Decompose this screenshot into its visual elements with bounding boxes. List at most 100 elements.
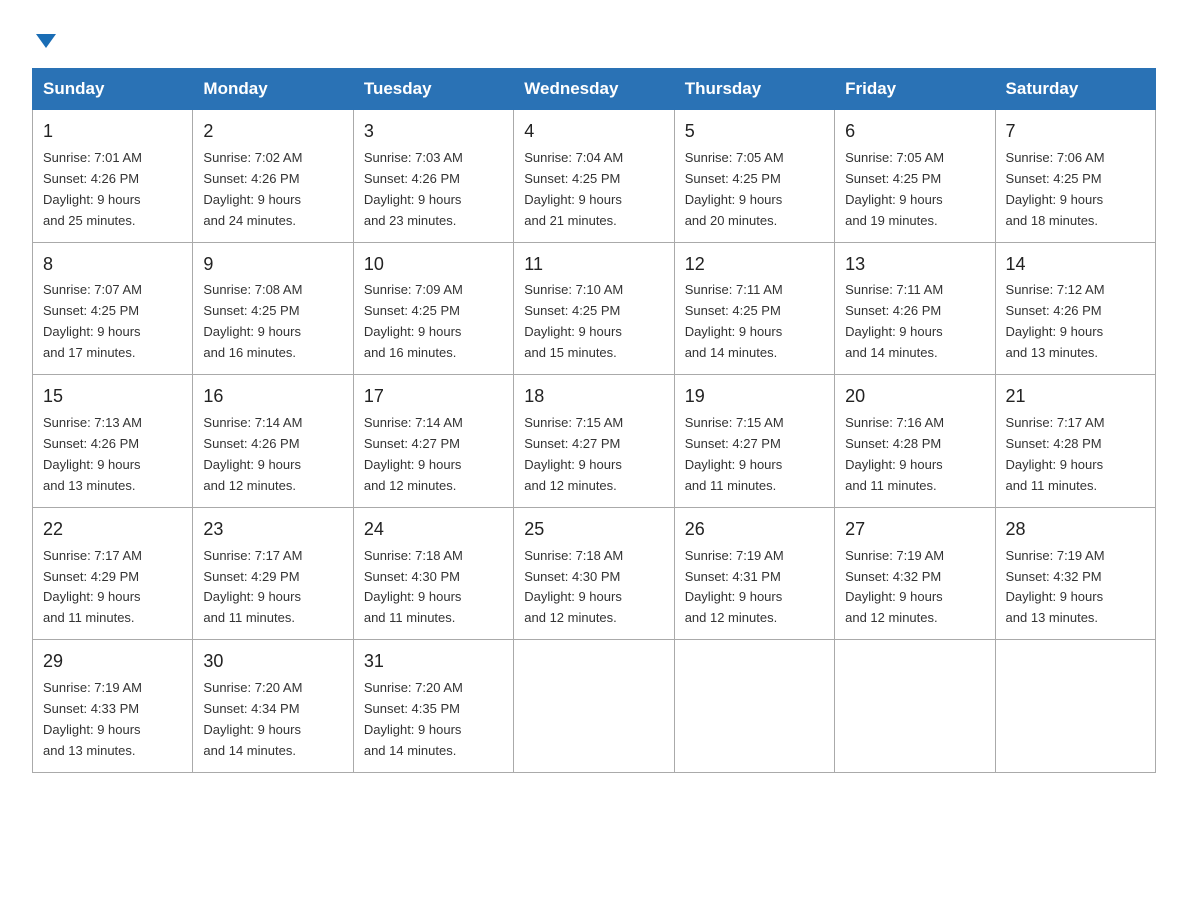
day-info: Sunrise: 7:19 AMSunset: 4:32 PMDaylight:… — [1006, 548, 1105, 626]
calendar-cell-week1-day6: 7 Sunrise: 7:06 AMSunset: 4:25 PMDayligh… — [995, 110, 1155, 243]
day-number: 13 — [845, 251, 984, 279]
header-wednesday: Wednesday — [514, 69, 674, 110]
calendar-cell-week4-day3: 25 Sunrise: 7:18 AMSunset: 4:30 PMDaylig… — [514, 507, 674, 640]
day-number: 5 — [685, 118, 824, 146]
day-number: 28 — [1006, 516, 1145, 544]
day-info: Sunrise: 7:15 AMSunset: 4:27 PMDaylight:… — [685, 415, 784, 493]
day-info: Sunrise: 7:17 AMSunset: 4:29 PMDaylight:… — [203, 548, 302, 626]
day-info: Sunrise: 7:02 AMSunset: 4:26 PMDaylight:… — [203, 150, 302, 228]
calendar-cell-week5-day6 — [995, 640, 1155, 773]
calendar-cell-week1-day2: 3 Sunrise: 7:03 AMSunset: 4:26 PMDayligh… — [353, 110, 513, 243]
calendar-cell-week2-day5: 13 Sunrise: 7:11 AMSunset: 4:26 PMDaylig… — [835, 242, 995, 375]
day-number: 22 — [43, 516, 182, 544]
calendar-cell-week5-day1: 30 Sunrise: 7:20 AMSunset: 4:34 PMDaylig… — [193, 640, 353, 773]
day-number: 10 — [364, 251, 503, 279]
calendar-week-3: 15 Sunrise: 7:13 AMSunset: 4:26 PMDaylig… — [33, 375, 1156, 508]
day-number: 20 — [845, 383, 984, 411]
calendar-week-4: 22 Sunrise: 7:17 AMSunset: 4:29 PMDaylig… — [33, 507, 1156, 640]
day-info: Sunrise: 7:18 AMSunset: 4:30 PMDaylight:… — [524, 548, 623, 626]
calendar-table: SundayMondayTuesdayWednesdayThursdayFrid… — [32, 68, 1156, 773]
calendar-cell-week3-day5: 20 Sunrise: 7:16 AMSunset: 4:28 PMDaylig… — [835, 375, 995, 508]
calendar-week-2: 8 Sunrise: 7:07 AMSunset: 4:25 PMDayligh… — [33, 242, 1156, 375]
calendar-cell-week3-day3: 18 Sunrise: 7:15 AMSunset: 4:27 PMDaylig… — [514, 375, 674, 508]
day-number: 4 — [524, 118, 663, 146]
day-number: 12 — [685, 251, 824, 279]
calendar-cell-week4-day4: 26 Sunrise: 7:19 AMSunset: 4:31 PMDaylig… — [674, 507, 834, 640]
day-info: Sunrise: 7:18 AMSunset: 4:30 PMDaylight:… — [364, 548, 463, 626]
day-number: 16 — [203, 383, 342, 411]
calendar-cell-week3-day2: 17 Sunrise: 7:14 AMSunset: 4:27 PMDaylig… — [353, 375, 513, 508]
day-info: Sunrise: 7:13 AMSunset: 4:26 PMDaylight:… — [43, 415, 142, 493]
calendar-cell-week3-day6: 21 Sunrise: 7:17 AMSunset: 4:28 PMDaylig… — [995, 375, 1155, 508]
header-thursday: Thursday — [674, 69, 834, 110]
day-info: Sunrise: 7:11 AMSunset: 4:26 PMDaylight:… — [845, 282, 943, 360]
calendar-cell-week3-day1: 16 Sunrise: 7:14 AMSunset: 4:26 PMDaylig… — [193, 375, 353, 508]
day-number: 23 — [203, 516, 342, 544]
day-number: 27 — [845, 516, 984, 544]
day-info: Sunrise: 7:20 AMSunset: 4:35 PMDaylight:… — [364, 680, 463, 758]
day-number: 25 — [524, 516, 663, 544]
calendar-cell-week2-day6: 14 Sunrise: 7:12 AMSunset: 4:26 PMDaylig… — [995, 242, 1155, 375]
calendar-week-5: 29 Sunrise: 7:19 AMSunset: 4:33 PMDaylig… — [33, 640, 1156, 773]
day-info: Sunrise: 7:17 AMSunset: 4:29 PMDaylight:… — [43, 548, 142, 626]
day-number: 6 — [845, 118, 984, 146]
day-info: Sunrise: 7:19 AMSunset: 4:31 PMDaylight:… — [685, 548, 784, 626]
day-info: Sunrise: 7:14 AMSunset: 4:27 PMDaylight:… — [364, 415, 463, 493]
day-number: 30 — [203, 648, 342, 676]
header-friday: Friday — [835, 69, 995, 110]
calendar-cell-week1-day1: 2 Sunrise: 7:02 AMSunset: 4:26 PMDayligh… — [193, 110, 353, 243]
day-number: 24 — [364, 516, 503, 544]
day-info: Sunrise: 7:06 AMSunset: 4:25 PMDaylight:… — [1006, 150, 1105, 228]
calendar-cell-week4-day6: 28 Sunrise: 7:19 AMSunset: 4:32 PMDaylig… — [995, 507, 1155, 640]
day-number: 2 — [203, 118, 342, 146]
day-number: 11 — [524, 251, 663, 279]
day-info: Sunrise: 7:19 AMSunset: 4:32 PMDaylight:… — [845, 548, 944, 626]
calendar-cell-week2-day2: 10 Sunrise: 7:09 AMSunset: 4:25 PMDaylig… — [353, 242, 513, 375]
calendar-cell-week4-day1: 23 Sunrise: 7:17 AMSunset: 4:29 PMDaylig… — [193, 507, 353, 640]
calendar-cell-week1-day0: 1 Sunrise: 7:01 AMSunset: 4:26 PMDayligh… — [33, 110, 193, 243]
day-info: Sunrise: 7:07 AMSunset: 4:25 PMDaylight:… — [43, 282, 142, 360]
day-info: Sunrise: 7:15 AMSunset: 4:27 PMDaylight:… — [524, 415, 623, 493]
calendar-cell-week2-day4: 12 Sunrise: 7:11 AMSunset: 4:25 PMDaylig… — [674, 242, 834, 375]
day-number: 14 — [1006, 251, 1145, 279]
calendar-cell-week4-day5: 27 Sunrise: 7:19 AMSunset: 4:32 PMDaylig… — [835, 507, 995, 640]
calendar-cell-week5-day5 — [835, 640, 995, 773]
day-number: 9 — [203, 251, 342, 279]
calendar-cell-week3-day0: 15 Sunrise: 7:13 AMSunset: 4:26 PMDaylig… — [33, 375, 193, 508]
day-info: Sunrise: 7:19 AMSunset: 4:33 PMDaylight:… — [43, 680, 142, 758]
calendar-cell-week5-day0: 29 Sunrise: 7:19 AMSunset: 4:33 PMDaylig… — [33, 640, 193, 773]
calendar-header-row: SundayMondayTuesdayWednesdayThursdayFrid… — [33, 69, 1156, 110]
day-number: 3 — [364, 118, 503, 146]
day-info: Sunrise: 7:05 AMSunset: 4:25 PMDaylight:… — [845, 150, 944, 228]
calendar-cell-week1-day3: 4 Sunrise: 7:04 AMSunset: 4:25 PMDayligh… — [514, 110, 674, 243]
header-sunday: Sunday — [33, 69, 193, 110]
day-number: 1 — [43, 118, 182, 146]
day-number: 7 — [1006, 118, 1145, 146]
day-info: Sunrise: 7:09 AMSunset: 4:25 PMDaylight:… — [364, 282, 463, 360]
logo-triangle-icon — [36, 34, 56, 48]
calendar-cell-week5-day3 — [514, 640, 674, 773]
calendar-cell-week5-day4 — [674, 640, 834, 773]
day-number: 15 — [43, 383, 182, 411]
calendar-cell-week1-day4: 5 Sunrise: 7:05 AMSunset: 4:25 PMDayligh… — [674, 110, 834, 243]
day-info: Sunrise: 7:17 AMSunset: 4:28 PMDaylight:… — [1006, 415, 1105, 493]
calendar-week-1: 1 Sunrise: 7:01 AMSunset: 4:26 PMDayligh… — [33, 110, 1156, 243]
logo — [32, 24, 56, 52]
day-number: 19 — [685, 383, 824, 411]
header-saturday: Saturday — [995, 69, 1155, 110]
day-info: Sunrise: 7:20 AMSunset: 4:34 PMDaylight:… — [203, 680, 302, 758]
header-tuesday: Tuesday — [353, 69, 513, 110]
day-number: 31 — [364, 648, 503, 676]
calendar-cell-week2-day3: 11 Sunrise: 7:10 AMSunset: 4:25 PMDaylig… — [514, 242, 674, 375]
calendar-cell-week4-day2: 24 Sunrise: 7:18 AMSunset: 4:30 PMDaylig… — [353, 507, 513, 640]
day-number: 17 — [364, 383, 503, 411]
day-info: Sunrise: 7:03 AMSunset: 4:26 PMDaylight:… — [364, 150, 463, 228]
day-info: Sunrise: 7:08 AMSunset: 4:25 PMDaylight:… — [203, 282, 302, 360]
day-info: Sunrise: 7:10 AMSunset: 4:25 PMDaylight:… — [524, 282, 623, 360]
logo-general-line — [32, 24, 56, 52]
day-info: Sunrise: 7:04 AMSunset: 4:25 PMDaylight:… — [524, 150, 623, 228]
header-monday: Monday — [193, 69, 353, 110]
day-number: 26 — [685, 516, 824, 544]
calendar-cell-week4-day0: 22 Sunrise: 7:17 AMSunset: 4:29 PMDaylig… — [33, 507, 193, 640]
day-info: Sunrise: 7:11 AMSunset: 4:25 PMDaylight:… — [685, 282, 783, 360]
